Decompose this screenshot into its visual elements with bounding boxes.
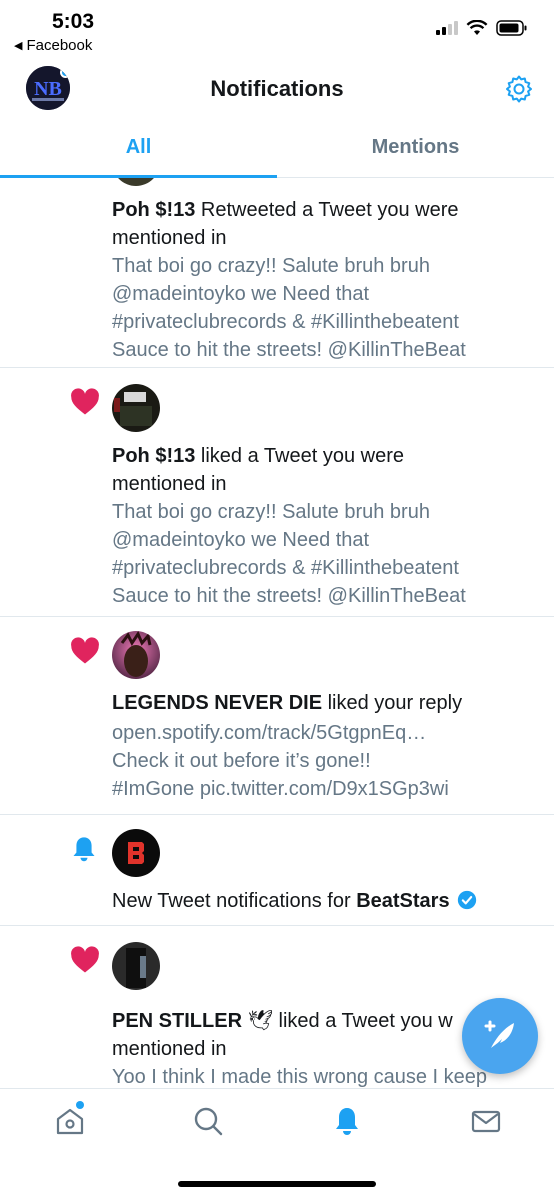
messages-envelope-icon[interactable] (470, 1105, 502, 1137)
notifications-feed[interactable]: Poh $!13 Retweeted a Tweet you were ment… (0, 178, 554, 1088)
heart-icon (71, 637, 99, 664)
heart-icon (71, 388, 99, 415)
notification-text: Poh $!13 liked a Tweet you were (112, 445, 404, 467)
compose-tweet-button[interactable] (462, 998, 538, 1074)
tab-mentions[interactable]: Mentions (277, 120, 554, 177)
battery-icon (496, 20, 527, 36)
verified-badge-icon (457, 890, 477, 910)
status-bar: 5:03 ◀ Facebook (0, 0, 554, 58)
notification-user[interactable]: LEGENDS NEVER DIE (112, 692, 322, 714)
tweet-snippet-line: #privateclubrecords & #Killinthebeatent (112, 557, 459, 579)
tweet-snippet-line: That boi go crazy!! Salute bruh bruh (112, 501, 430, 523)
heart-icon (71, 946, 99, 973)
dove-emoji: 🕊 (247, 1008, 273, 1032)
back-triangle-icon: ◀ (14, 40, 23, 52)
settings-gear-icon[interactable] (504, 74, 534, 104)
notification-text: LEGENDS NEVER DIE liked your reply (112, 692, 463, 714)
tab-all[interactable]: All (0, 120, 277, 178)
status-time: 5:03 (52, 10, 95, 33)
home-unread-dot (76, 1101, 84, 1109)
tweet-snippet-line: Sauce to hit the streets! @KillinTheBeat (112, 339, 466, 361)
bell-icon (73, 837, 95, 862)
tweet-snippet-line: open.spotify.com/track/5GtgpnEq… (112, 722, 427, 744)
user-avatar[interactable] (112, 178, 160, 186)
notification-user[interactable]: PEN STILLER (112, 1010, 242, 1032)
notification-text-cont: mentioned in (112, 473, 227, 495)
home-icon[interactable] (54, 1105, 86, 1137)
notification-user[interactable]: Poh $!13 (112, 445, 195, 467)
tweet-snippet-line: Check it out before it’s gone!! (112, 750, 371, 772)
tweet-snippet-line: Sauce to hit the streets! @KillinTheBeat (112, 585, 466, 607)
wifi-icon (466, 20, 488, 35)
back-app-label: Facebook (26, 37, 93, 54)
notification-item[interactable]: Poh $!13 Retweeted a Tweet you were ment… (0, 178, 554, 368)
status-icons (436, 20, 528, 36)
user-avatar[interactable] (112, 829, 160, 877)
user-avatar[interactable] (112, 942, 160, 990)
notification-text: Poh $!13 Retweeted a Tweet you were (112, 199, 459, 221)
notification-text-cont: mentioned in (112, 227, 227, 249)
cellular-signal-icon (436, 21, 458, 35)
notification-user[interactable]: Poh $!13 (112, 199, 195, 221)
notification-user[interactable]: BeatStars (356, 890, 449, 912)
search-icon[interactable] (192, 1105, 224, 1137)
tweet-snippet-line: @madeintoyko we Need that (112, 283, 370, 305)
notification-item[interactable]: LEGENDS NEVER DIE liked your reply open.… (0, 617, 554, 815)
top-header: NB Notifications (0, 58, 554, 120)
notification-item[interactable]: New Tweet notifications for BeatStars (0, 815, 554, 926)
compose-tweet-icon (484, 1020, 514, 1048)
notification-text: New Tweet notifications for BeatStars (112, 887, 526, 915)
tweet-snippet-line: @madeintoyko we Need that (112, 529, 370, 551)
tweet-snippet-line: That boi go crazy!! Salute bruh bruh (112, 255, 430, 277)
back-to-app-link[interactable]: ◀ Facebook (14, 37, 92, 54)
notification-item[interactable]: Poh $!13 liked a Tweet you were mentione… (0, 368, 554, 617)
tweet-snippet-line: #ImGone pic.twitter.com/D9x1SGp3wi (112, 778, 449, 800)
notification-tabs: All Mentions (0, 120, 554, 178)
user-avatar[interactable] (112, 631, 160, 679)
page-title: Notifications (210, 76, 344, 101)
tweet-snippet-line: #privateclubrecords & #Killinthebeatent (112, 311, 459, 333)
notifications-bell-icon[interactable] (331, 1105, 363, 1137)
user-avatar[interactable] (112, 384, 160, 432)
home-indicator (178, 1181, 376, 1187)
